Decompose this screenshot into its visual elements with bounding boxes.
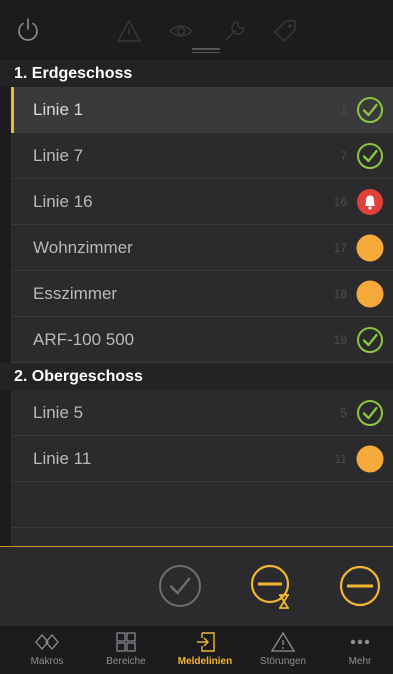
top-bar [0, 0, 393, 60]
tag-icon [274, 20, 296, 42]
row-label: Linie 16 [33, 192, 93, 211]
row-number: 18 [333, 287, 347, 301]
tab-stoerungen[interactable]: Störungen [248, 626, 318, 674]
block-timer-icon[interactable] [248, 562, 296, 610]
section-header-erdgeschoss: 1. Erdgeschoss [0, 60, 393, 87]
ok-status-icon [357, 327, 383, 353]
warning-status-dot-icon [356, 234, 384, 262]
row-number: 1 [340, 103, 347, 117]
tab-meldelinien[interactable]: Meldelinien [170, 626, 240, 674]
row-number: 7 [340, 149, 347, 163]
list-item[interactable]: Linie 11 11 [11, 436, 393, 482]
row-number: 5 [340, 406, 347, 420]
wrench-icon [225, 21, 245, 41]
section-header-obergeschoss: 2. Obergeschoss [0, 363, 393, 390]
list-item[interactable]: Linie 1 1 [11, 87, 393, 133]
list-item[interactable]: ARF-100 500 19 [11, 317, 393, 363]
list-item[interactable]: Linie 16 16 [11, 179, 393, 225]
tab-bereiche[interactable]: Bereiche [91, 626, 161, 674]
tab-makros[interactable]: Makros [12, 626, 82, 674]
tab-label: Störungen [259, 656, 307, 667]
action-bar [0, 546, 393, 626]
makros-icon [35, 634, 59, 650]
row-number: 17 [333, 241, 347, 255]
drag-handle[interactable] [192, 48, 220, 53]
more-icon [350, 639, 370, 645]
warning-status-dot-icon [356, 280, 384, 308]
tab-label: Bereiche [106, 656, 146, 667]
empty-list-row [11, 528, 393, 546]
row-label: ARF-100 500 [33, 330, 135, 349]
row-number: 19 [333, 333, 347, 347]
row-label: Linie 1 [33, 100, 84, 119]
list-item[interactable]: Linie 5 5 [11, 390, 393, 436]
row-label: Linie 7 [33, 146, 84, 165]
grid-icon [116, 632, 136, 652]
row-label: Linie 11 [33, 449, 92, 468]
ok-status-icon [357, 400, 383, 426]
row-label: Wohnzimmer [33, 238, 133, 257]
eye-icon [168, 25, 194, 37]
tab-label: Mehr [348, 656, 372, 667]
list-item[interactable]: Wohnzimmer 17 [11, 225, 393, 271]
ok-status-icon [357, 97, 383, 123]
check-icon[interactable] [156, 562, 204, 610]
tab-label: Meldelinien [177, 656, 233, 667]
power-icon[interactable] [14, 16, 42, 44]
list-item[interactable]: Esszimmer 18 [11, 271, 393, 317]
tab-label: Makros [30, 656, 64, 667]
tab-bar: Makros Bereiche Meldelinien Störungen Me… [0, 626, 393, 674]
selection-indicator [11, 87, 14, 133]
row-number: 16 [333, 195, 347, 209]
empty-list-row [11, 482, 393, 528]
tab-mehr[interactable]: Mehr [325, 626, 393, 674]
warning-icon [116, 19, 142, 42]
row-label: Esszimmer [33, 284, 118, 303]
warning-status-dot-icon [356, 445, 384, 473]
row-number: 11 [334, 452, 347, 466]
warning-icon [271, 632, 295, 652]
login-arrow-icon [197, 632, 215, 652]
block-icon[interactable] [336, 562, 384, 610]
alarm-bell-icon [357, 189, 383, 215]
row-label: Linie 5 [33, 403, 84, 422]
ok-status-icon [357, 143, 383, 169]
list-item[interactable]: Linie 7 7 [11, 133, 393, 179]
